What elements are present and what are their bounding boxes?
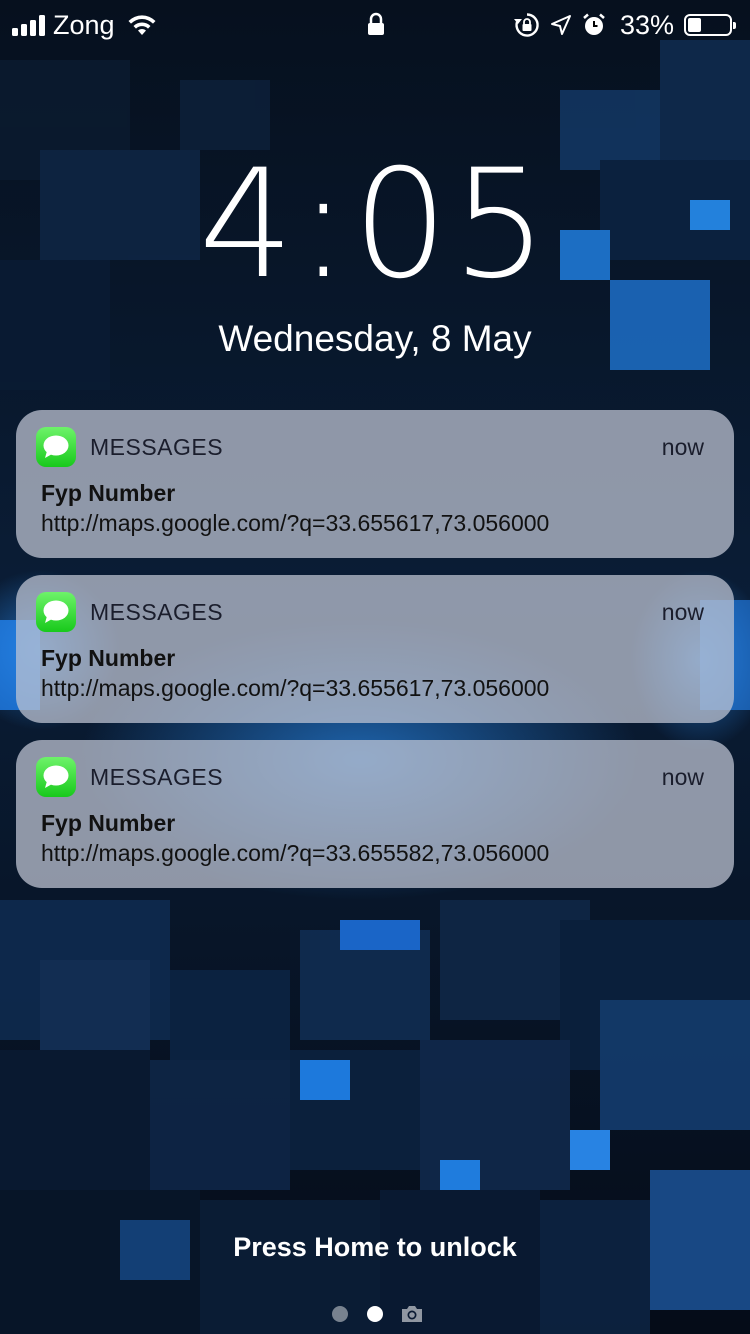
wifi-icon — [128, 15, 156, 35]
messages-app-icon — [36, 757, 76, 797]
status-bar: Zong 33% — [0, 0, 750, 50]
messages-app-icon — [36, 592, 76, 632]
notification-card[interactable]: MESSAGES now Fyp Number http://maps.goog… — [16, 575, 734, 723]
battery-icon — [684, 14, 736, 36]
notification-header: MESSAGES now — [36, 426, 704, 468]
lock-screen-time: 4:05 — [198, 138, 552, 312]
notification-app-name: MESSAGES — [90, 598, 224, 625]
location-icon — [550, 15, 571, 35]
notification-body: http://maps.google.com/?q=33.655617,73.0… — [41, 675, 550, 701]
status-right: 33% — [513, 8, 738, 42]
signal-icon — [12, 14, 45, 36]
battery-level-fill — [688, 18, 701, 32]
camera-icon[interactable] — [400, 1304, 424, 1324]
notification-body: http://maps.google.com/?q=33.655617,73.0… — [41, 510, 550, 536]
notification-body: http://maps.google.com/?q=33.655582,73.0… — [41, 840, 550, 866]
notification-time: now — [661, 598, 704, 625]
notification-title: Fyp Number — [41, 810, 176, 836]
notification-time: now — [661, 433, 704, 460]
notification-app-name: MESSAGES — [90, 763, 224, 790]
alarm-icon — [583, 13, 605, 35]
notification-title: Fyp Number — [41, 480, 176, 506]
notification-card[interactable]: MESSAGES now Fyp Number http://maps.goog… — [16, 740, 734, 888]
lock-screen-date: Wednesday, 8 May — [218, 318, 532, 359]
lock-icon — [368, 12, 384, 35]
status-left: Zong — [12, 8, 157, 42]
notification-header: MESSAGES now — [36, 756, 704, 798]
battery-percentage: 33% — [619, 9, 674, 40]
unlock-hint: Press Home to unlock — [233, 1232, 517, 1262]
notification-header: MESSAGES now — [36, 591, 704, 633]
notification-time: now — [661, 763, 704, 790]
page-dot[interactable] — [332, 1306, 348, 1322]
rotation-lock-icon — [513, 13, 539, 37]
notification-card[interactable]: MESSAGES now Fyp Number http://maps.goog… — [16, 410, 734, 558]
carrier-name: Zong — [53, 9, 115, 40]
page-indicator — [0, 1300, 750, 1328]
notification-title: Fyp Number — [41, 645, 176, 671]
messages-app-icon — [36, 427, 76, 467]
notification-app-name: MESSAGES — [90, 433, 224, 460]
page-dot-current[interactable] — [367, 1306, 383, 1322]
